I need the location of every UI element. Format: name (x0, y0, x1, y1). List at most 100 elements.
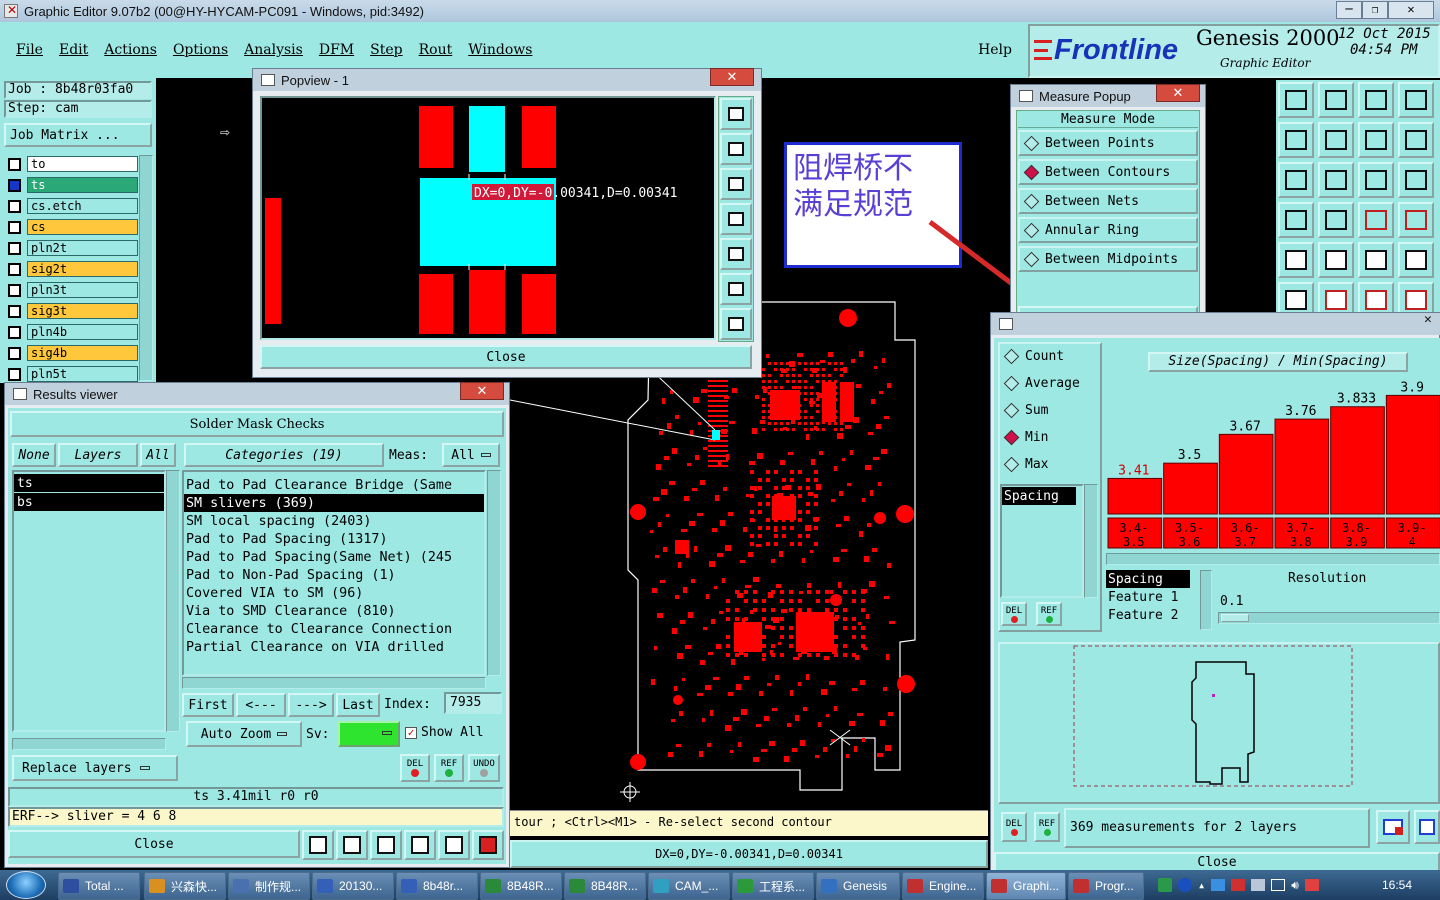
results-close-icon[interactable]: ✕ (460, 382, 504, 400)
popview-zoom-in-button[interactable] (720, 98, 752, 130)
undo-button[interactable]: UNDO (468, 754, 500, 782)
record-tool-button[interactable] (1398, 242, 1434, 278)
layer-checkbox-icon[interactable] (8, 178, 21, 192)
taskbar-item-6[interactable]: 8B48R... (564, 872, 646, 900)
meas-select[interactable]: All (442, 443, 500, 467)
fit-tool-button[interactable] (1278, 162, 1314, 198)
slider-thumb[interactable] (1221, 614, 1249, 622)
next-button[interactable]: ---> (288, 693, 334, 717)
stat-option-min[interactable]: Min (1000, 428, 1048, 446)
popview-canvas[interactable]: DX=0,DY=-0.00341,D=0.00341 (260, 96, 716, 340)
del-button[interactable]: DEL (400, 754, 430, 782)
stat-option-sum[interactable]: Sum (1000, 401, 1048, 419)
measure-option-0[interactable]: Between Points (1018, 130, 1198, 156)
taskbar-item-4[interactable]: 8b48r... (396, 872, 478, 900)
snap-tool-button[interactable] (1278, 202, 1314, 238)
category-item[interactable]: Covered VIA to SM (96) (184, 584, 484, 602)
categories-scrollbar[interactable] (487, 470, 501, 676)
measure-option-4[interactable]: Between Midpoints (1018, 246, 1198, 272)
category-item[interactable]: Pad to Pad Spacing (1317) (184, 530, 484, 548)
measure-option-3[interactable]: Annular Ring (1018, 217, 1198, 243)
one-to-two-tool-button[interactable] (1358, 162, 1394, 198)
stop-button[interactable] (336, 830, 368, 860)
histogram-bar[interactable] (1163, 462, 1218, 515)
last-button[interactable]: Last (336, 693, 380, 717)
taskbar-item-1[interactable]: 兴森快... (144, 872, 226, 900)
histogram-bar[interactable] (1107, 477, 1163, 515)
move-right-tool-button[interactable] (1318, 122, 1354, 158)
menu-step[interactable]: Step (370, 42, 402, 58)
overview-tool-button-2[interactable] (1414, 810, 1440, 844)
measure-popup-close-icon[interactable]: ✕ (1156, 84, 1200, 102)
reduce-button[interactable] (302, 830, 334, 860)
center-tool-button[interactable] (1318, 162, 1354, 198)
link-tool-button[interactable] (1358, 282, 1394, 314)
overview-ref-button[interactable]: REF (1034, 812, 1060, 842)
layer-item-bs[interactable]: bs (14, 493, 164, 511)
spacing-list-item[interactable]: Spacing (1002, 487, 1076, 505)
spacing-list-scrollbar[interactable] (1084, 484, 1098, 598)
measure-option-2[interactable]: Between Nets (1018, 188, 1198, 214)
menu-help[interactable]: Help (978, 42, 1012, 58)
histogram-close-icon[interactable]: ✕ (1424, 312, 1440, 330)
histogram-close-button[interactable]: Close (994, 852, 1440, 872)
layers-all-button[interactable]: All (140, 443, 176, 467)
layers-label-button[interactable]: Layers (58, 443, 138, 467)
layer-list-scrollbar[interactable] (139, 155, 153, 381)
taskbar-item-0[interactable]: Total ... (58, 872, 140, 900)
stat-option-count[interactable]: Count (1000, 347, 1064, 365)
histogram-bar[interactable] (1274, 418, 1330, 515)
start-button[interactable] (6, 871, 46, 899)
bottom-view-tool-button[interactable] (1318, 82, 1354, 118)
layer-checkbox-icon[interactable] (8, 157, 21, 171)
overview-board[interactable] (1072, 644, 1354, 788)
ruler-tool-button[interactable] (1358, 242, 1394, 278)
layer-row-sig4b[interactable]: sig4b (4, 344, 138, 362)
first-button[interactable]: First (182, 693, 234, 717)
chart-hscrollbar[interactable] (1106, 553, 1440, 565)
taskbar-item-3[interactable]: 20130... (312, 872, 394, 900)
popview-expand-button[interactable] (720, 273, 752, 305)
help-tool-button[interactable] (1398, 162, 1434, 198)
home-tool-button[interactable] (1358, 82, 1394, 118)
measure-option-1[interactable]: Between Contours (1018, 159, 1198, 185)
layer-row-cs[interactable]: cs (4, 218, 138, 236)
histogram-bar[interactable] (1218, 433, 1274, 515)
step-tool-button[interactable] (1398, 122, 1434, 158)
auto-zoom-select[interactable]: Auto Zoom (186, 721, 302, 747)
layer-checkbox-icon[interactable] (8, 283, 21, 297)
popview-close-icon[interactable]: ✕ (710, 68, 754, 86)
histogram-bar[interactable] (1385, 394, 1440, 515)
menu-rout[interactable]: Rout (419, 42, 453, 58)
results-close-button[interactable]: Close (8, 830, 300, 858)
layer-tool-button[interactable] (1398, 202, 1434, 238)
menu-dfm[interactable]: DFM (319, 42, 354, 58)
red-node-tool-button[interactable] (1398, 282, 1434, 314)
layer-row-to[interactable]: to (4, 155, 138, 173)
refresh-button[interactable] (404, 830, 436, 860)
shape-tool-button[interactable] (1318, 242, 1354, 278)
taskbar-item-12[interactable]: Progr... (1068, 872, 1144, 900)
layer-row-ts[interactable]: ts (4, 176, 138, 194)
taskbar-item-7[interactable]: CAM_... (648, 872, 730, 900)
layer-checkbox-icon[interactable] (8, 325, 21, 339)
layer-row-pln2t[interactable]: pln2t (4, 239, 138, 257)
taskbar-item-2[interactable]: 制作规... (228, 872, 310, 900)
index-input[interactable]: 7935 (444, 692, 502, 714)
category-item[interactable]: Clearance to Clearance Connection (184, 620, 484, 638)
flip-tool-button[interactable] (1358, 122, 1394, 158)
legend-scrollbar[interactable] (1200, 570, 1212, 630)
hist-del-button[interactable]: DEL (1001, 602, 1027, 626)
top-view-tool-button[interactable] (1278, 82, 1314, 118)
popview-pan-left-button[interactable] (720, 203, 752, 235)
layer-checkbox-icon[interactable] (8, 304, 21, 318)
layer-checkbox-icon[interactable] (8, 367, 21, 381)
popview-close-button[interactable]: Close (260, 345, 752, 369)
ref-button[interactable]: REF (434, 754, 464, 782)
menu-windows[interactable]: Windows (468, 42, 532, 58)
panel-tool-button[interactable] (1398, 82, 1434, 118)
notes-button[interactable] (438, 830, 470, 860)
layer-checkbox-icon[interactable] (8, 220, 21, 234)
layer-row-sig3t[interactable]: sig3t (4, 302, 138, 320)
menu-actions[interactable]: Actions (104, 42, 157, 58)
